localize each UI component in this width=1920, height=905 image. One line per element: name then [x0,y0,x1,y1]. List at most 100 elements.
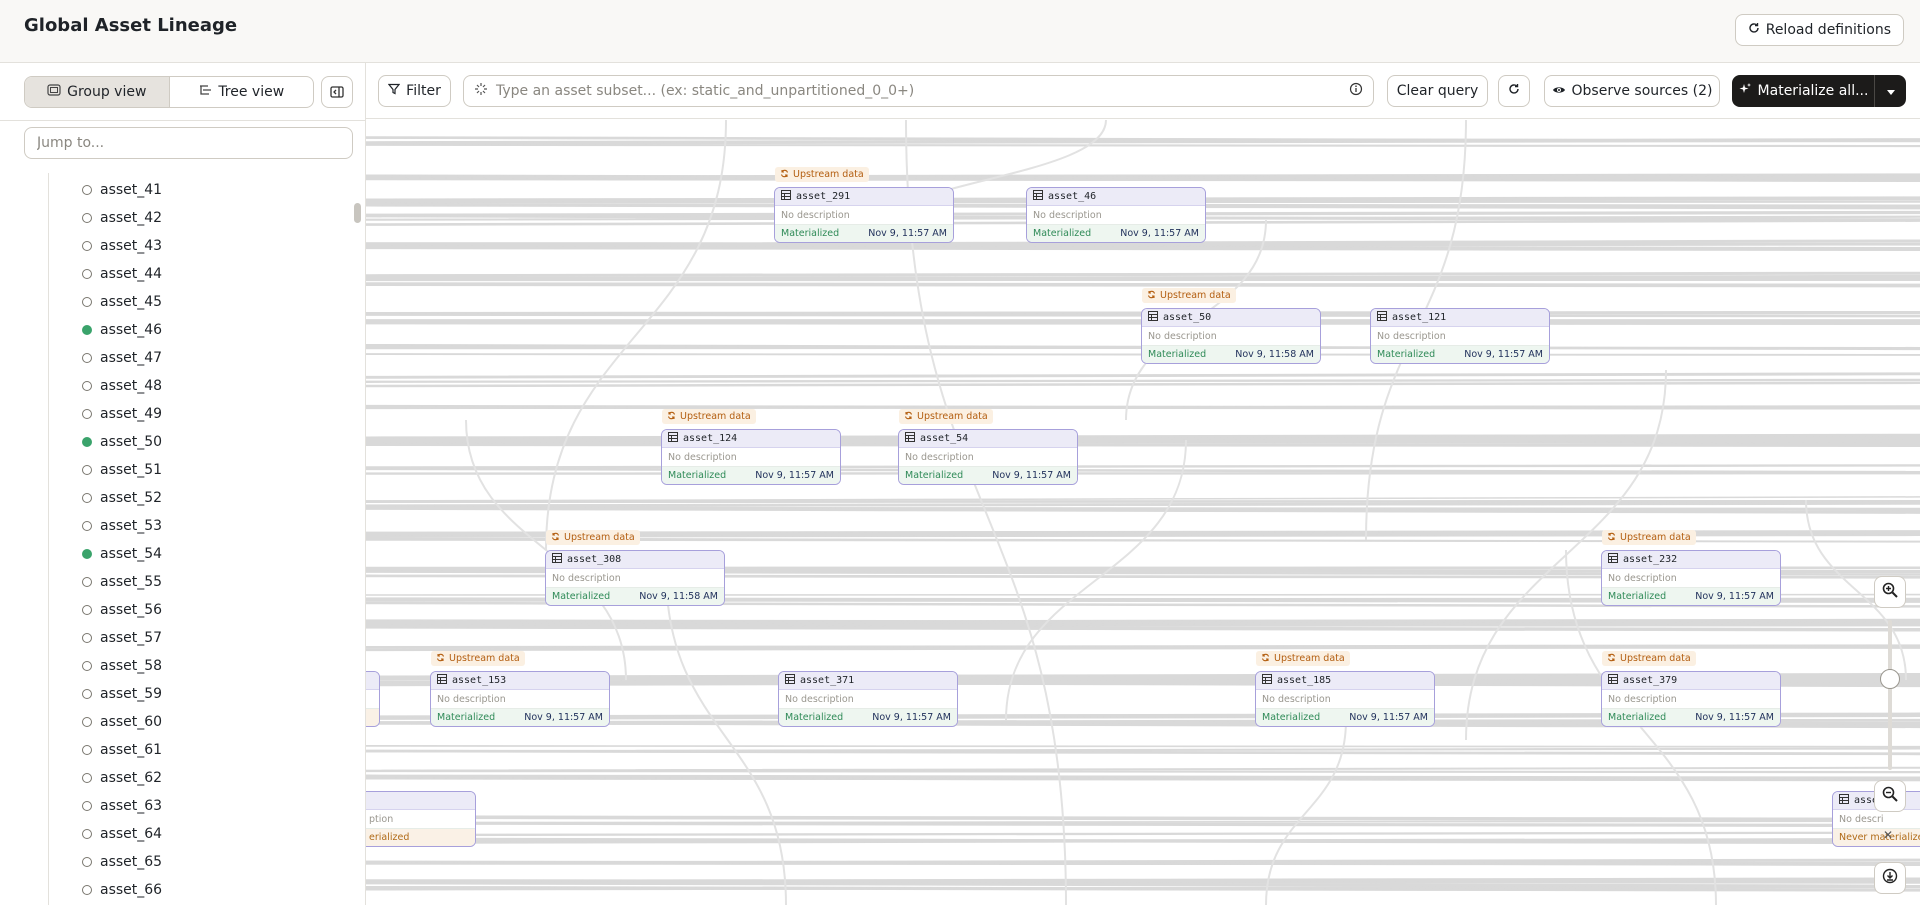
sidebar-item-label: asset_54 [100,546,163,562]
sidebar-item-asset-66[interactable]: asset_66 [82,878,162,902]
asset-node-timestamp: Nov 9, 11:57 AM [992,470,1071,481]
asset-node-asset-232[interactable]: asset_232 No description Materialized Nov 9… [1601,550,1781,606]
status-dot-icon [82,325,92,335]
asset-node-header: asset_54 [899,430,1077,448]
sidebar-item-asset-62[interactable]: asset_62 [82,766,162,790]
zoom-in-button[interactable] [1874,576,1906,608]
upstream-data-badge: Upstream data [431,651,525,666]
sidebar-item-asset-51[interactable]: asset_51 [82,458,162,482]
download-button[interactable] [1874,862,1906,894]
sidebar-item-asset-42[interactable]: asset_42 [82,206,162,230]
sidebar-item-label: asset_57 [100,630,163,646]
sidebar-item-asset-50[interactable]: asset_50 [82,430,162,454]
asset-node-asset-379[interactable]: asset_379 No description Materialized Nov 9… [1601,671,1781,727]
table-icon [1148,311,1158,324]
sync-icon [667,411,676,423]
tree-view-tab[interactable]: Tree view [168,77,314,107]
clear-query-label: Clear query [1396,83,1479,99]
edge-line [366,625,1920,632]
sidebar-item-asset-57[interactable]: asset_57 [82,626,162,650]
asset-node-asset-50[interactable]: asset_50 No description Materialized Nov 9,… [1141,308,1321,364]
asset-node-name: asset_232 [1623,554,1678,565]
sidebar-item-asset-59[interactable]: asset_59 [82,682,162,706]
sidebar-item-asset-44[interactable]: asset_44 [82,262,162,286]
asset-node-status-label: Materialized [552,591,611,602]
sync-icon [1261,653,1270,665]
sidebar-item-asset-45[interactable]: asset_45 [82,290,162,314]
asset-node-status-label: Materialized [1262,712,1321,723]
materialize-all-button[interactable]: Materialize all... [1732,75,1906,107]
asset-node-asset-308[interactable]: asset_308 No description Materialized Nov 9… [545,550,725,606]
asset-node-status: Materialized Nov 9, 11:57 AM [775,224,953,242]
sidebar-item-asset-55[interactable]: asset_55 [82,570,162,594]
materialize-all-main[interactable]: Materialize all... [1732,82,1874,100]
sidebar-item-asset-56[interactable]: asset_56 [82,598,162,622]
sidebar-item-asset-49[interactable]: asset_49 [82,402,162,426]
asset-node-asset-153[interactable]: asset_153 No description Materialized Nov 9… [430,671,610,727]
sidebar-scrollbar[interactable] [354,203,361,223]
observe-sources-button[interactable]: Observe sources (2) [1544,75,1720,107]
info-icon[interactable] [1349,82,1363,100]
refresh-button[interactable] [1498,75,1530,107]
sidebar-item-asset-54[interactable]: asset_54 [82,542,162,566]
zoom-out-button[interactable] [1874,780,1906,812]
asset-node-asset-46[interactable]: asset_46 No description Materialized Nov 9,… [1026,187,1206,243]
partial-node-status: erialized [366,828,475,846]
sidebar-item-asset-52[interactable]: asset_52 [82,486,162,510]
sidebar-item-asset-60[interactable]: asset_60 [82,710,162,734]
asset-node-timestamp: Nov 9, 11:57 AM [868,228,947,239]
asset-node-description: No description [668,451,737,463]
jump-to-input[interactable] [24,127,353,159]
sidebar-item-asset-48[interactable]: asset_48 [82,374,162,398]
asset-node-description: No description [1608,572,1677,584]
edge-line [366,821,1920,828]
close-icon[interactable]: ✕ [1883,828,1893,842]
collapse-sidebar-button[interactable] [321,76,353,108]
asset-node-asset-371[interactable]: asset_371 No description Materialized Nov 9… [778,671,958,727]
partial-asset-node[interactable]: 561 ption erialized [366,791,476,847]
upstream-data-badge: Upstream data [899,409,993,424]
asset-node-asset-121[interactable]: asset_121 No description Materialized Nov 9… [1370,308,1550,364]
asset-node-asset-124[interactable]: asset_124 No description Materialized Nov 9… [661,429,841,485]
edge-line [545,120,727,551]
sidebar-item-asset-63[interactable]: asset_63 [82,794,162,818]
asset-node-header: asset_232 [1602,551,1780,569]
refresh-icon [1508,83,1520,99]
group-view-tab[interactable]: Group view [25,77,169,107]
sidebar-item-asset-61[interactable]: asset_61 [82,738,162,762]
zoom-slider-handle[interactable] [1880,669,1900,689]
sidebar-item-asset-53[interactable]: asset_53 [82,514,162,538]
clear-query-button[interactable]: Clear query [1387,75,1488,107]
filter-button[interactable]: Filter [378,75,451,107]
asset-node-asset-54[interactable]: asset_54 No description Materialized Nov 9,… [898,429,1078,485]
materialize-dropdown-button[interactable] [1874,75,1906,107]
filter-label: Filter [406,83,441,99]
asset-node-description: No description [552,572,621,584]
partial-asset-node-edge[interactable] [366,671,380,727]
sidebar-item-asset-64[interactable]: asset_64 [82,822,162,846]
upstream-data-badge: Upstream data [1256,651,1350,666]
asset-node-status-label: Materialized [905,470,964,481]
sidebar-item-asset-46[interactable]: asset_46 [82,318,162,342]
zoom-slider-track[interactable] [1888,620,1892,770]
eye-icon [1552,83,1566,99]
sidebar-item-label: asset_55 [100,574,163,590]
asset-node-asset-185[interactable]: asset_185 No description Materialized Nov 9… [1255,671,1435,727]
sidebar-item-asset-58[interactable]: asset_58 [82,654,162,678]
asset-node-status-label: Materialized [1608,591,1667,602]
partial-right-node-status: Never materialized [1833,828,1920,846]
reload-definitions-button[interactable]: Reload definitions [1734,14,1904,46]
sidebar-item-asset-41[interactable]: asset_41 [82,178,162,202]
sidebar-item-asset-65[interactable]: asset_65 [82,850,162,874]
sidebar-collapse-icon [330,83,344,102]
sidebar-item-asset-47[interactable]: asset_47 [82,346,162,370]
asset-node-status: Materialized Nov 9, 11:58 AM [1142,345,1320,363]
sidebar-item-asset-43[interactable]: asset_43 [82,234,162,258]
download-icon [1882,868,1898,888]
asset-query-input[interactable]: Type an asset subset... (ex: static_and_… [463,75,1374,107]
asset-node-asset-291[interactable]: asset_291 No description Materialized Nov 9… [774,187,954,243]
lineage-graph-canvas[interactable]: 561 ption erialized asset No descri Neve… [366,120,1920,905]
asset-node-status: Materialized Nov 9, 11:57 AM [1602,587,1780,605]
asset-node-name: asset_46 [1048,191,1097,202]
asset-node-timestamp: Nov 9, 11:57 AM [524,712,603,723]
